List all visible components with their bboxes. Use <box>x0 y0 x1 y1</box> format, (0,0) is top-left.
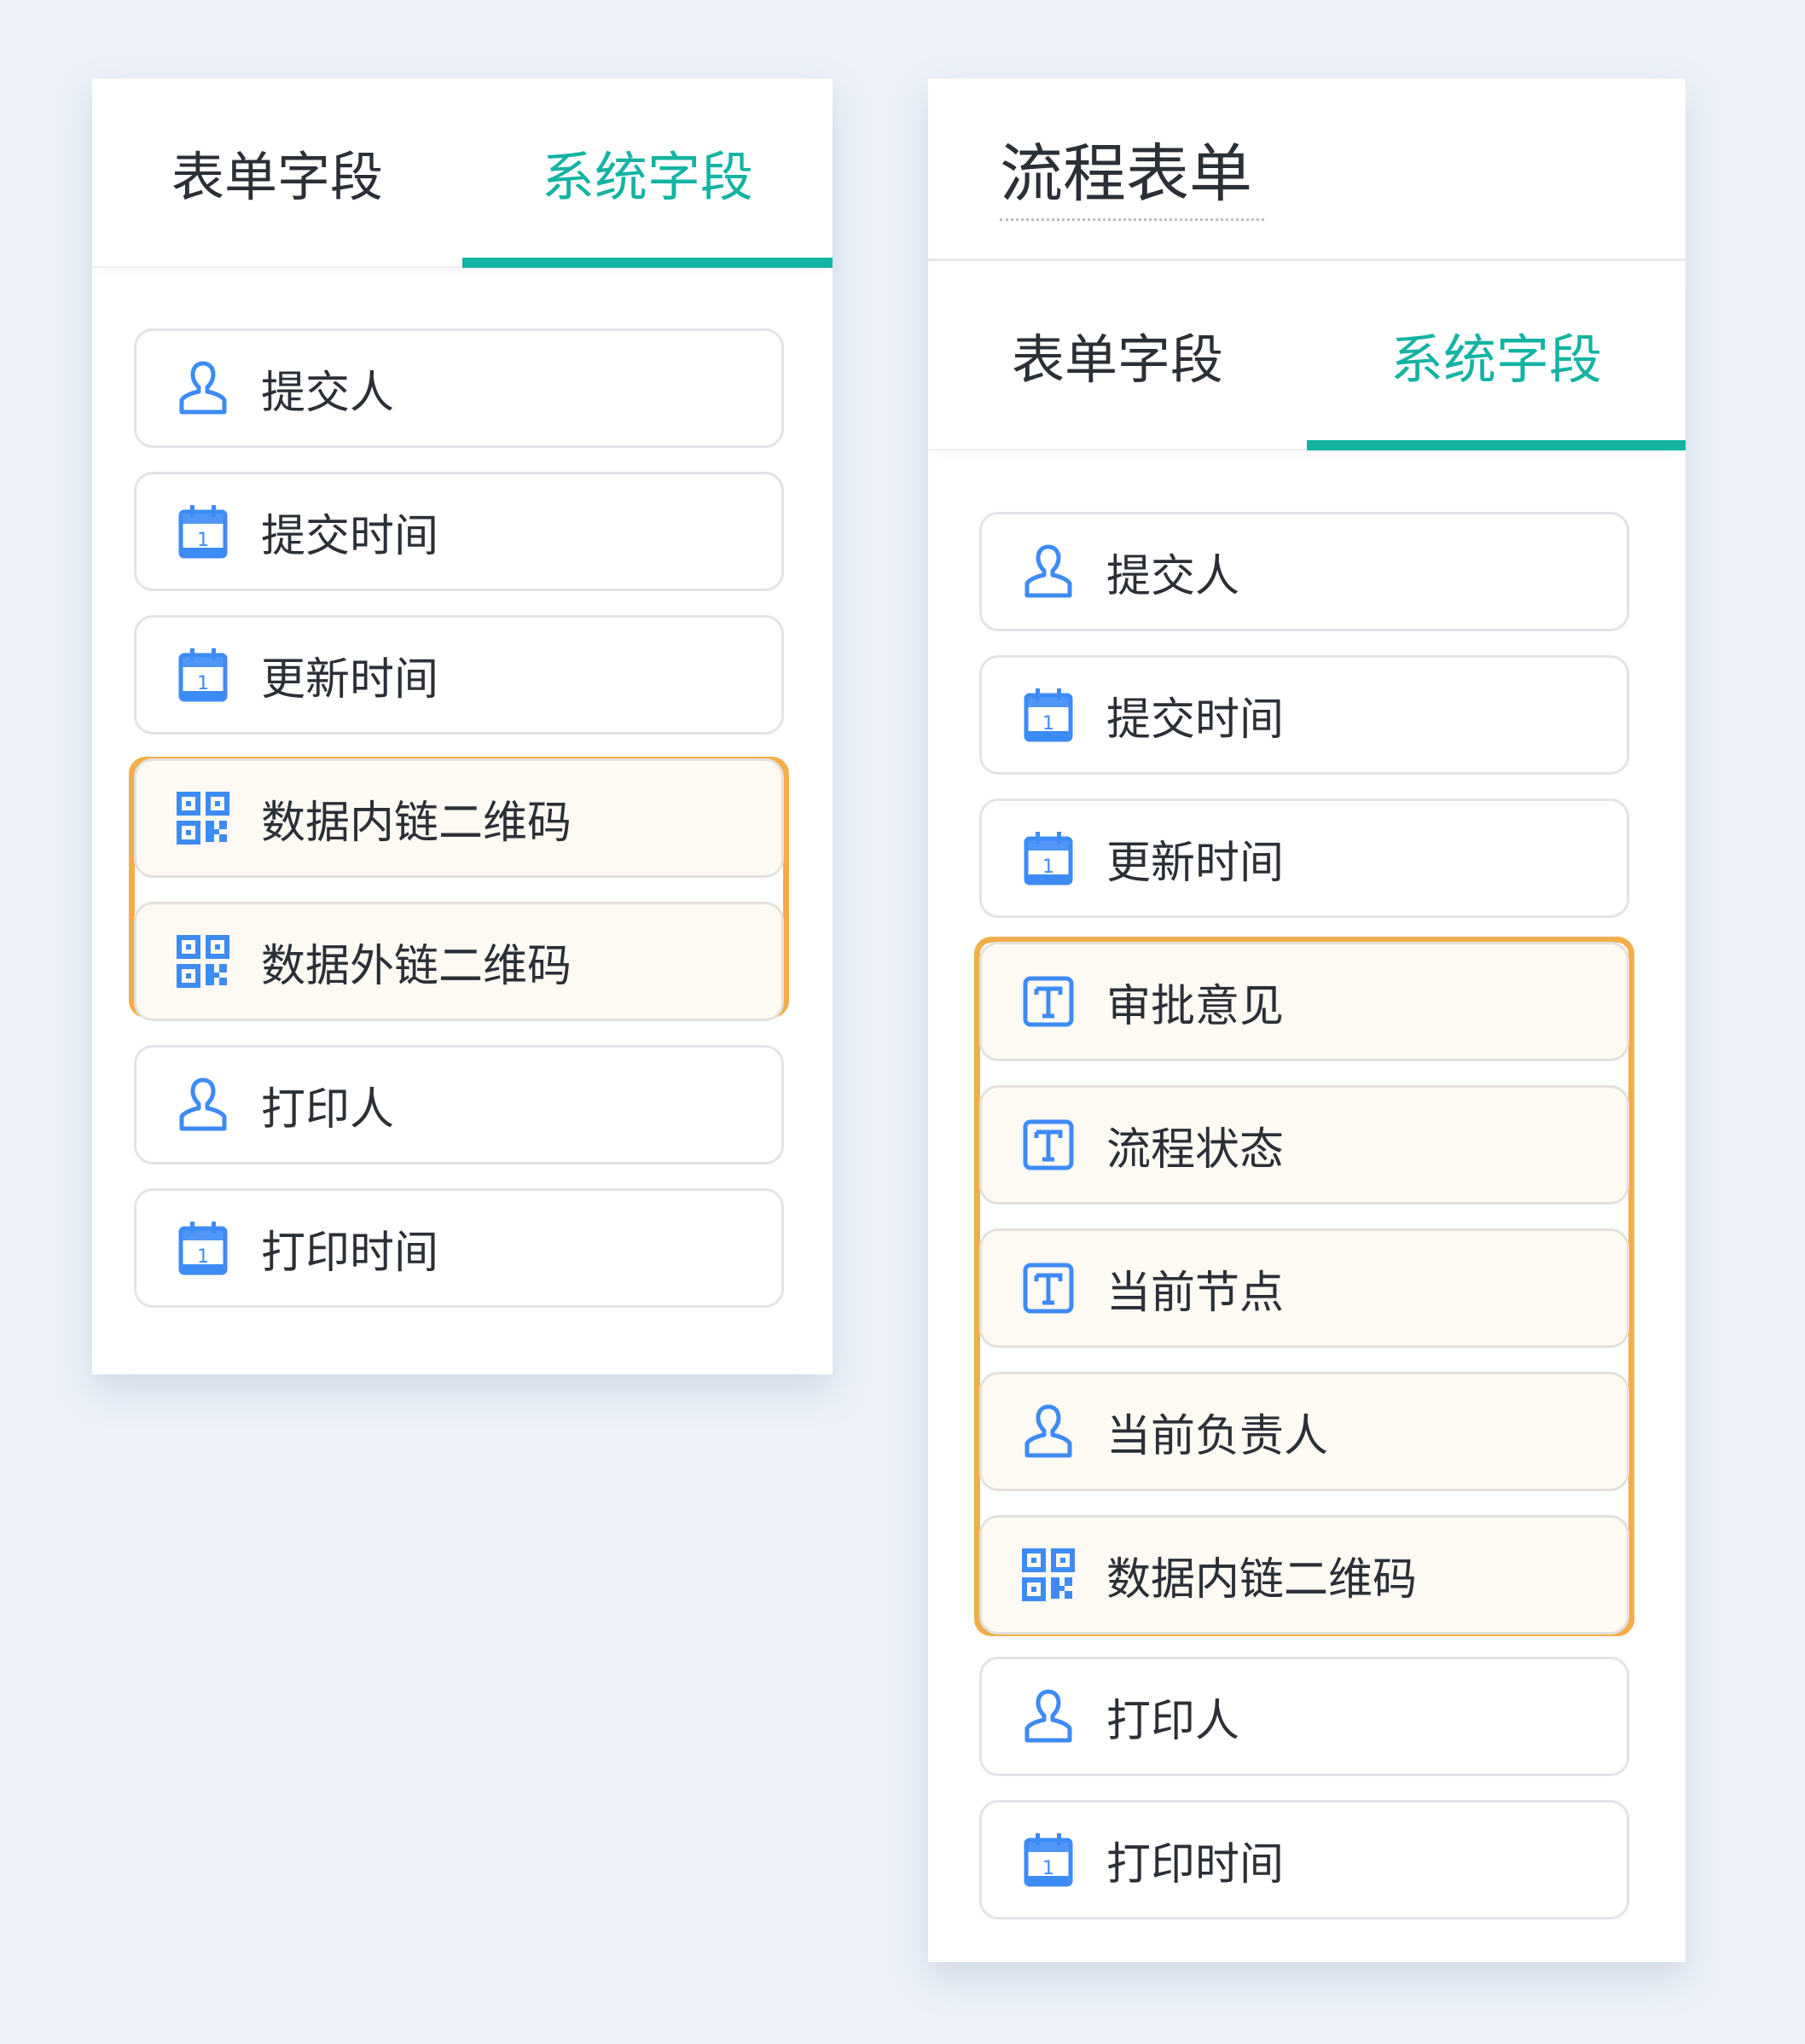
field-item[interactable]: 打印人 <box>134 1045 784 1164</box>
user-icon <box>174 359 232 417</box>
calendar-icon: 1 <box>1019 1831 1077 1889</box>
field-item[interactable]: 数据外链二维码 <box>134 902 784 1021</box>
title-underline <box>1000 218 1264 221</box>
calendar-icon: 1 <box>174 646 232 704</box>
field-label: 提交人 <box>1106 540 1239 604</box>
field-item[interactable]: 当前负责人 <box>979 1372 1629 1491</box>
field-item[interactable]: 数据内链二维码 <box>134 758 784 878</box>
qrcode-icon <box>1019 1546 1077 1604</box>
field-item[interactable]: 审批意见 <box>979 942 1629 1061</box>
field-label: 提交时间 <box>261 500 438 564</box>
field-label: 审批意见 <box>1106 970 1284 1034</box>
svg-text:1: 1 <box>1042 713 1054 735</box>
left-panel: 表单字段 系统字段 提交人 1 提交时间 1 更新时间数据内链二维码数据外链二维码打印人… <box>92 78 833 1374</box>
field-label: 更新时间 <box>261 643 438 707</box>
field-item[interactable]: 1 打印时间 <box>134 1188 784 1308</box>
user-icon <box>1019 1687 1077 1745</box>
field-item[interactable]: 1 提交时间 <box>979 655 1629 775</box>
text-icon <box>1019 1259 1077 1317</box>
panel-title: 流程表单 <box>1000 123 1252 214</box>
field-label: 打印人 <box>261 1073 394 1137</box>
svg-text:1: 1 <box>1042 1858 1054 1879</box>
user-icon <box>174 1076 232 1134</box>
tab-bar: 表单字段 系统字段 <box>928 261 1686 450</box>
qrcode-icon <box>174 789 232 847</box>
field-item[interactable]: 当前节点 <box>979 1228 1629 1348</box>
field-item[interactable]: 1 更新时间 <box>134 615 784 735</box>
field-label: 当前节点 <box>1106 1257 1284 1321</box>
tab-bar: 表单字段 系统字段 <box>92 78 833 268</box>
field-label: 数据内链二维码 <box>261 787 572 851</box>
tab-system-fields[interactable]: 系统字段 <box>1307 261 1686 449</box>
calendar-icon: 1 <box>174 1219 232 1277</box>
svg-text:1: 1 <box>197 1246 209 1268</box>
field-label: 提交时间 <box>1106 683 1284 747</box>
field-item[interactable]: 打印人 <box>979 1657 1629 1776</box>
field-item[interactable]: 流程状态 <box>979 1085 1629 1205</box>
field-label: 打印时间 <box>261 1217 438 1280</box>
user-icon <box>1019 1402 1077 1460</box>
svg-text:1: 1 <box>197 673 209 694</box>
field-label: 当前负责人 <box>1106 1400 1328 1464</box>
qrcode-icon <box>174 932 232 990</box>
tab-form-fields[interactable]: 表单字段 <box>928 261 1307 449</box>
svg-text:1: 1 <box>1042 857 1054 878</box>
calendar-icon: 1 <box>1019 686 1077 744</box>
field-label: 打印时间 <box>1106 1828 1284 1892</box>
svg-text:1: 1 <box>197 530 209 551</box>
text-icon <box>1019 1116 1077 1174</box>
calendar-icon: 1 <box>174 502 232 560</box>
field-item[interactable]: 1 更新时间 <box>979 798 1629 918</box>
field-label: 打印人 <box>1106 1685 1239 1749</box>
field-label: 数据内链二维码 <box>1106 1543 1417 1607</box>
field-label: 流程状态 <box>1106 1113 1284 1177</box>
calendar-icon: 1 <box>1019 829 1077 887</box>
user-icon <box>1019 543 1077 601</box>
field-item[interactable]: 提交人 <box>979 512 1629 631</box>
field-item[interactable]: 1 打印时间 <box>979 1800 1629 1919</box>
field-label: 数据外链二维码 <box>261 930 572 994</box>
tab-form-fields[interactable]: 表单字段 <box>92 78 462 266</box>
right-panel: 流程表单 表单字段 系统字段 提交人 1 提交时间 1 更新时间审批意见流程状态当前节点… <box>928 78 1686 1962</box>
field-item[interactable]: 1 提交时间 <box>134 472 784 591</box>
field-label: 提交人 <box>261 357 394 421</box>
text-icon <box>1019 973 1077 1031</box>
tab-system-fields[interactable]: 系统字段 <box>462 78 833 266</box>
field-label: 更新时间 <box>1106 827 1284 891</box>
field-item[interactable]: 数据内链二维码 <box>979 1515 1629 1635</box>
field-item[interactable]: 提交人 <box>134 328 784 448</box>
